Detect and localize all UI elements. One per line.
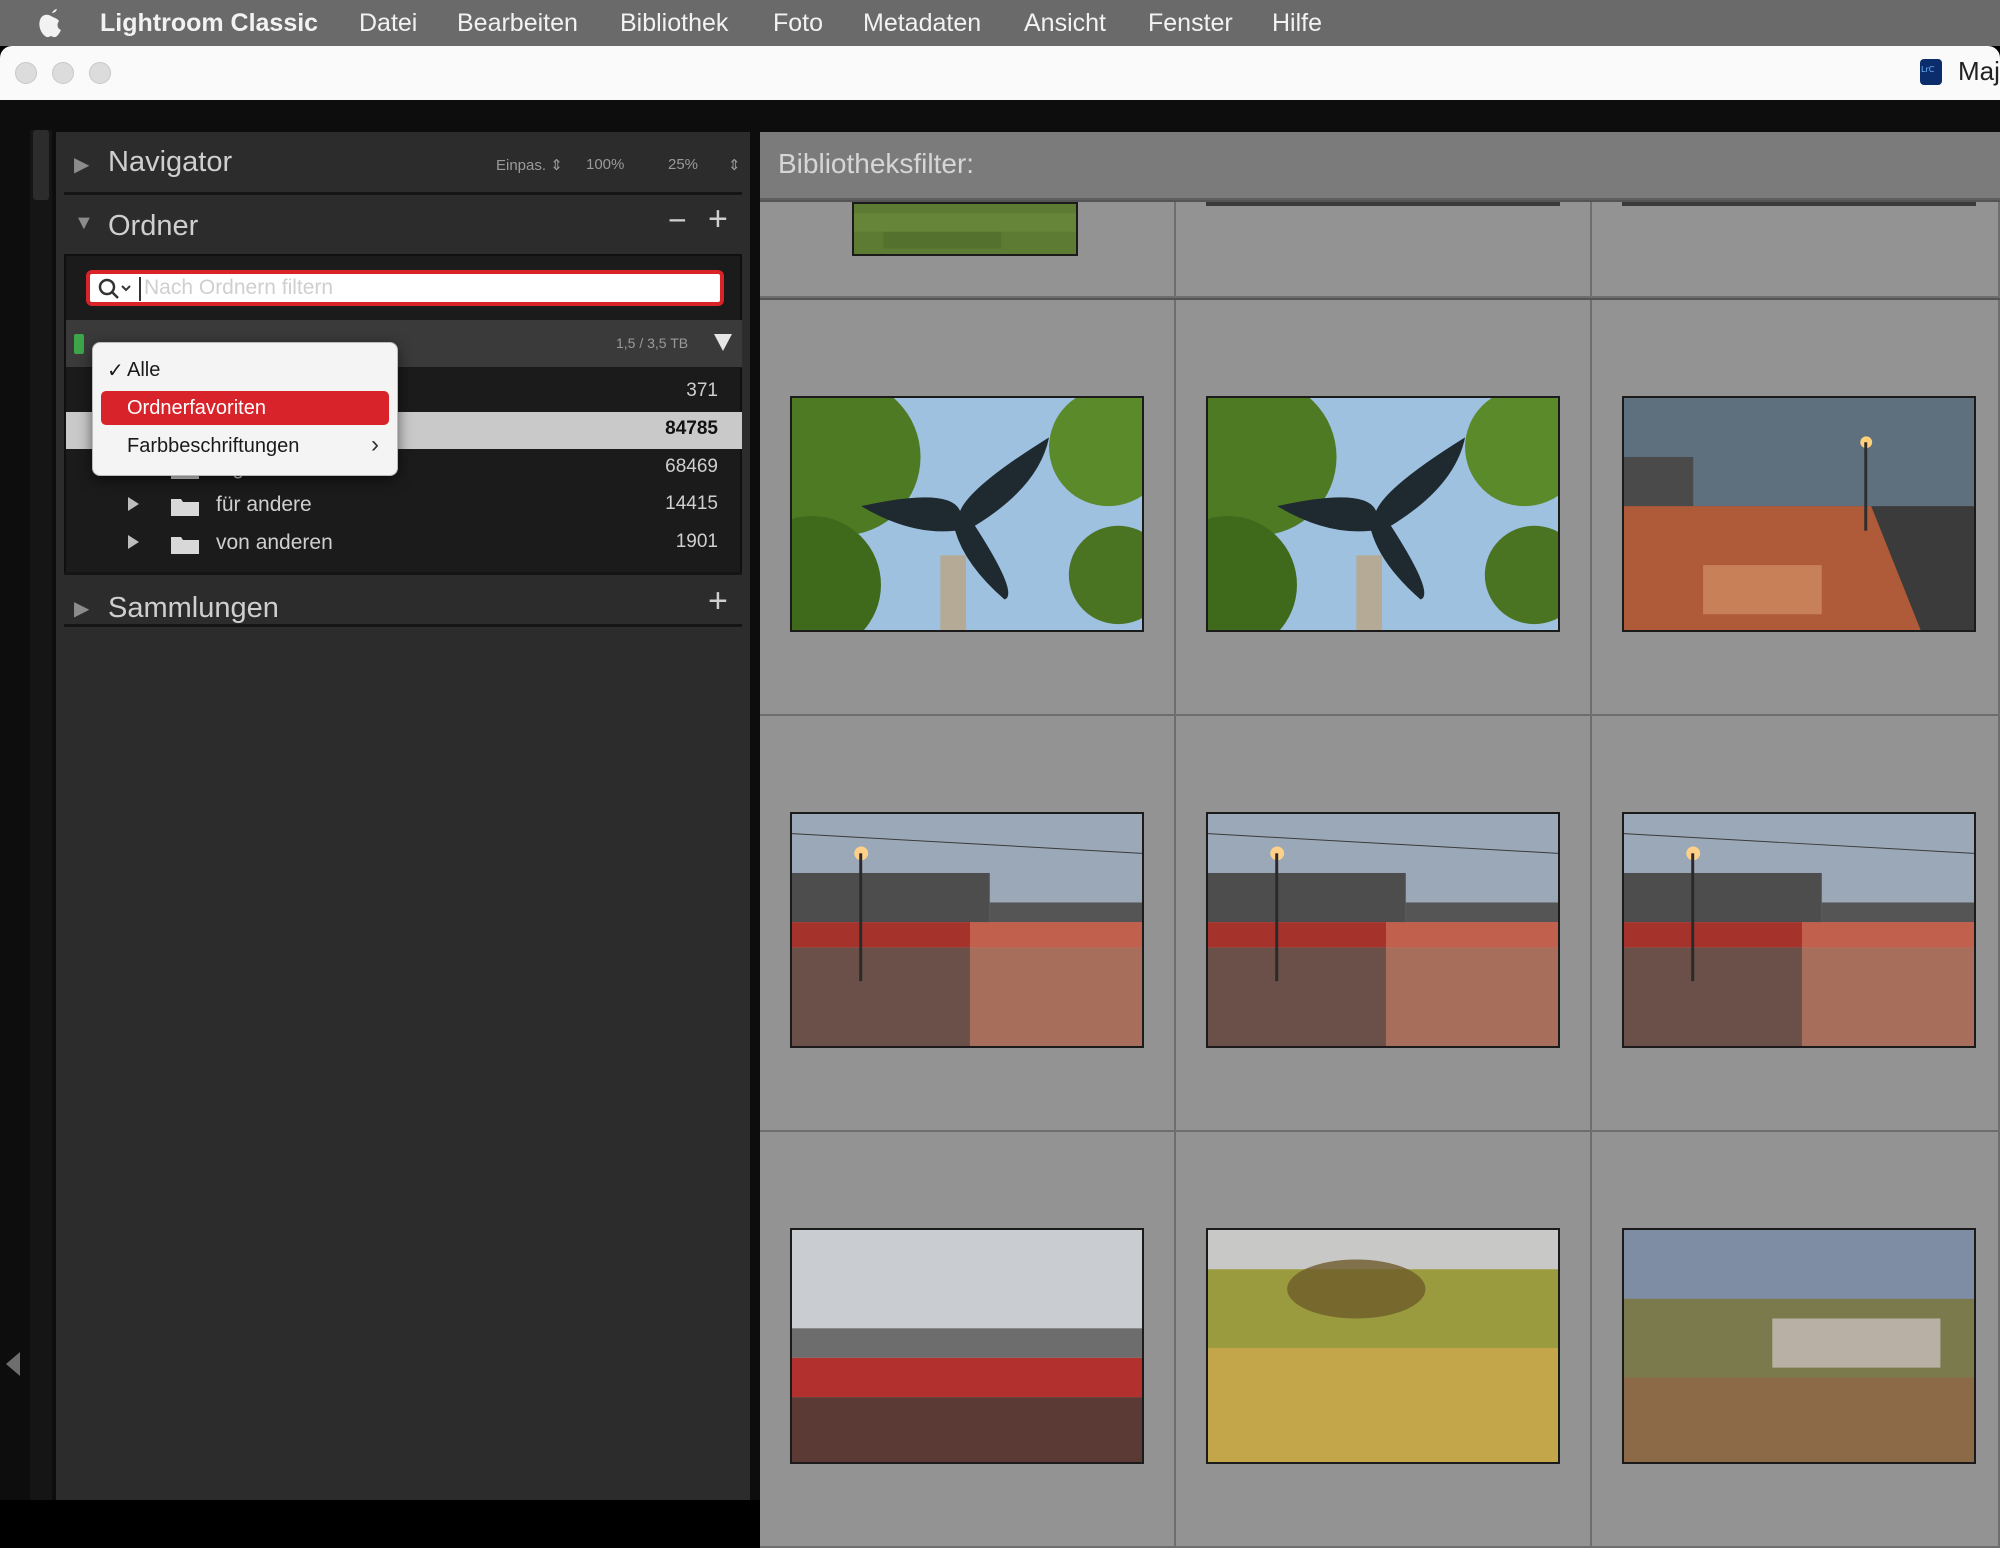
dropdown-item-label: Alle [127,359,161,381]
collapse-triangle-icon[interactable]: ▼ [74,212,94,235]
grid-cell[interactable] [760,716,1176,1132]
grid-cell[interactable] [1176,202,1592,298]
dropdown-item-ordnerfavoriten[interactable]: Ordnerfavoriten [101,391,389,425]
window-minimize-button[interactable] [52,62,74,84]
photo-thumbnail-station[interactable] [1206,812,1560,1048]
folder-count: 68469 [665,456,718,477]
photo-thumbnail-blurred-landscape[interactable] [1622,1228,1976,1464]
thumbnail-grid [760,202,2000,1548]
collapse-panel-arrow-icon[interactable] [6,1352,20,1376]
menu-bar: Lightroom Classic Datei Bearbeiten Bibli… [0,0,2000,46]
folder-row[interactable]: für andere 14415 [66,487,742,524]
folder-count: 84785 [665,418,718,439]
folder-icon [171,499,199,516]
folder-label: von anderen [216,531,333,554]
dropdown-item-label: Farbbeschriftungen [127,435,300,457]
navigator-fit-option[interactable]: Einpas. ⇕ [496,156,563,174]
lightroom-classic-icon [1920,59,1942,85]
grid-cell[interactable] [760,1132,1176,1548]
folder-count: 14415 [665,493,718,514]
volume-status-indicator [74,334,84,354]
left-edge-strip [30,130,52,1500]
grid-cell[interactable] [1592,300,2000,716]
folder-count: 371 [686,380,718,401]
search-icon[interactable] [96,276,136,302]
folders-title: Ordner [108,210,199,242]
app-body: ▶ Navigator Einpas. ⇕ 100% 25% ⇕ ▼ Ordne… [0,100,2000,1548]
window-zoom-button[interactable] [89,62,111,84]
photo-thumbnail-dragonfly[interactable] [790,396,1144,632]
folder-count: 1901 [675,531,718,552]
library-filter-bar: Bibliotheksfilter: [760,132,2000,200]
navigator-header[interactable]: ▶ Navigator Einpas. ⇕ 100% 25% ⇕ [56,132,750,194]
menu-bearbeiten[interactable]: Bearbeiten [457,8,578,38]
menu-ansicht[interactable]: Ansicht [1024,8,1106,38]
grid-cell[interactable] [1592,1132,2000,1548]
window-close-button[interactable] [15,62,37,84]
navigator-100-option[interactable]: 100% [586,156,624,173]
divider [64,192,742,195]
text-caret [139,277,141,301]
collections-header[interactable]: ▶ Sammlungen + [56,580,750,642]
photo-thumbnail-blurred-field[interactable] [1206,1228,1560,1464]
grid-cell[interactable] [760,300,1176,716]
folder-filter-dropdown: ✓ Alle Ordnerfavoriten Farbbeschriftunge… [92,342,398,476]
divider [64,572,742,575]
menu-hilfe[interactable]: Hilfe [1272,8,1322,38]
thumbnail-edge [1206,202,1560,206]
expand-triangle-icon[interactable] [128,497,139,511]
checkmark-icon: ✓ [107,360,124,382]
folder-row[interactable]: von anderen 1901 [66,525,742,562]
dropdown-item-farbbeschriftungen[interactable]: Farbbeschriftungen › [101,429,389,463]
expand-triangle-icon[interactable]: ▶ [74,152,89,177]
photo-thumbnail-grass[interactable] [852,202,1078,256]
library-filter-label: Bibliotheksfilter: [778,148,975,179]
grid-cell[interactable] [1592,202,2000,298]
volume-collapse-triangle-icon[interactable] [714,334,732,351]
left-panel: ▶ Navigator Einpas. ⇕ 100% 25% ⇕ ▼ Ordne… [56,132,750,1500]
photo-thumbnail-train-window[interactable] [1622,396,1976,632]
library-grid-panel: Bibliotheksfilter: [760,132,2000,1548]
folder-search-input[interactable]: Nach Ordnern filtern [86,270,724,306]
expand-triangle-icon[interactable]: ▶ [74,596,89,621]
add-collection-button[interactable]: + [708,582,728,621]
search-placeholder: Nach Ordnern filtern [144,276,334,299]
navigator-25-option[interactable]: 25% [668,156,698,173]
folders-header[interactable]: ▼ Ordner − + [56,198,750,260]
photo-thumbnail-station[interactable] [790,812,1144,1048]
photo-thumbnail-dragonfly[interactable] [1206,396,1560,632]
menu-fenster[interactable]: Fenster [1148,8,1233,38]
window-title: Maj [1958,56,2000,86]
remove-folder-button[interactable]: − [668,202,687,239]
grid-cell[interactable] [760,202,1176,298]
menu-app-name[interactable]: Lightroom Classic [100,8,318,38]
grid-cell[interactable] [1176,1132,1592,1548]
panel-resize-handle[interactable] [33,130,49,200]
folder-icon [171,537,199,554]
folder-label: für andere [216,493,312,516]
navigator-zoom-menu-icon[interactable]: ⇕ [728,156,741,174]
photo-thumbnail-blurred-train[interactable] [790,1228,1144,1464]
collections-title: Sammlungen [108,592,279,624]
divider [64,624,742,627]
menu-metadaten[interactable]: Metadaten [863,8,981,38]
grid-cell[interactable] [1176,300,1592,716]
volume-capacity: 1,5 / 3,5 TB [616,335,689,351]
photo-thumbnail-station[interactable] [1622,812,1976,1048]
window-title-bar: Maj [0,46,2000,100]
dropdown-item-alle[interactable]: ✓ Alle [101,353,389,387]
grid-cell[interactable] [1592,716,2000,1132]
menu-datei[interactable]: Datei [359,8,417,38]
expand-triangle-icon[interactable] [128,535,139,549]
dropdown-item-label: Ordnerfavoriten [127,397,266,419]
navigator-title: Navigator [108,146,233,178]
chevron-right-icon: › [371,431,379,458]
menu-foto[interactable]: Foto [773,8,823,38]
thumbnail-edge [1622,202,1976,206]
grid-cell[interactable] [1176,716,1592,1132]
menu-bibliothek[interactable]: Bibliothek [620,8,728,38]
apple-logo-icon[interactable] [36,5,66,41]
add-folder-button[interactable]: + [708,200,728,239]
